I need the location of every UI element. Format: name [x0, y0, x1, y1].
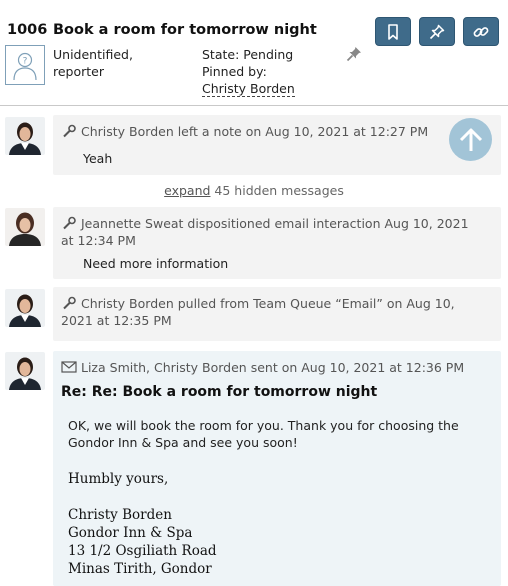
link-button[interactable] [463, 17, 499, 46]
note-header: Christy Borden left a note on Aug 10, 20… [61, 123, 428, 140]
wrench-icon [63, 216, 76, 230]
pinned-icon [346, 47, 361, 62]
pinned-label: Pinned by: [202, 64, 267, 79]
queue-pull-header-line2: 2021 at 12:35 PM [61, 313, 172, 328]
email-body: OK, we will book the room for you. Thank… [68, 417, 488, 451]
link-icon [473, 26, 489, 37]
email-signature-city: Minas Tirith, Gondor [68, 561, 212, 577]
wrench-icon [63, 296, 76, 310]
pin-icon [429, 24, 445, 39]
reporter-label: Unidentified, reporter [53, 46, 173, 80]
disposition-header-line2: at 12:34 PM [61, 233, 136, 248]
email-signature-name: Christy Borden [68, 507, 172, 523]
email-body-line2: Gondor Inn & Spa and see you soon! [68, 435, 298, 450]
bookmark-button[interactable] [375, 17, 411, 46]
ticket-title: Book a room for tomorrow night [53, 22, 317, 38]
avatar [5, 352, 45, 390]
unknown-user-icon: ? [13, 52, 37, 81]
email-header: Liza Smith, Christy Borden sent on Aug 1… [61, 359, 464, 376]
disposition-body: Need more information [83, 256, 229, 271]
queue-pull-header-line1: Christy Borden pulled from Team Queue “E… [81, 296, 455, 311]
disposition-header: Jeannette Sweat dispositioned email inte… [61, 215, 469, 249]
disposition-entry: Jeannette Sweat dispositioned email inte… [53, 207, 501, 279]
hidden-messages-row: expand 45 hidden messages [0, 183, 508, 198]
email-signature-company: Gondor Inn & Spa [68, 525, 193, 541]
svg-text:?: ? [23, 57, 28, 67]
expand-link[interactable]: expand [164, 183, 210, 198]
avatar [5, 117, 45, 155]
hidden-messages-count: 45 hidden messages [210, 183, 344, 198]
bookmark-icon [388, 23, 398, 40]
note-body: Yeah [83, 151, 113, 166]
email-subject: Re: Re: Book a room for tomorrow night [61, 384, 378, 400]
wrench-icon [63, 124, 76, 138]
queue-pull-header: Christy Borden pulled from Team Queue “E… [61, 295, 455, 329]
email-closing: Humbly yours, [68, 471, 169, 487]
disposition-header-line1: Jeannette Sweat dispositioned email inte… [81, 216, 469, 231]
email-signature-address: 13 1/2 Osgiliath Road [68, 543, 217, 559]
ticket-header: 1006 Book a room for tomorrow night ? Un… [0, 0, 508, 106]
arrow-up-icon [459, 128, 482, 151]
reporter-line2: reporter [53, 64, 105, 79]
pin-button[interactable] [419, 17, 455, 46]
avatar [5, 208, 45, 246]
pinned-by-user[interactable]: Christy Borden [202, 81, 295, 97]
note-header-text: Christy Borden left a note on Aug 10, 20… [81, 124, 429, 139]
scroll-to-top-button[interactable] [449, 118, 492, 161]
queue-pull-entry: Christy Borden pulled from Team Queue “E… [53, 287, 501, 341]
email-header-text: Liza Smith, Christy Borden sent on Aug 1… [81, 360, 465, 375]
reporter-line1: Unidentified, [53, 47, 133, 62]
email-body-line1: OK, we will book the room for you. Thank… [68, 418, 459, 433]
ticket-id: 1006 [7, 22, 48, 38]
envelope-icon [61, 361, 77, 373]
ticket-meta: State: Pending Pinned by: Christy Borden [202, 46, 295, 97]
reporter-avatar[interactable]: ? [5, 45, 45, 85]
note-entry: Christy Borden left a note on Aug 10, 20… [53, 115, 501, 175]
ticket-state: State: Pending [202, 47, 294, 62]
email-entry: Liza Smith, Christy Borden sent on Aug 1… [53, 351, 501, 586]
avatar [5, 289, 45, 327]
